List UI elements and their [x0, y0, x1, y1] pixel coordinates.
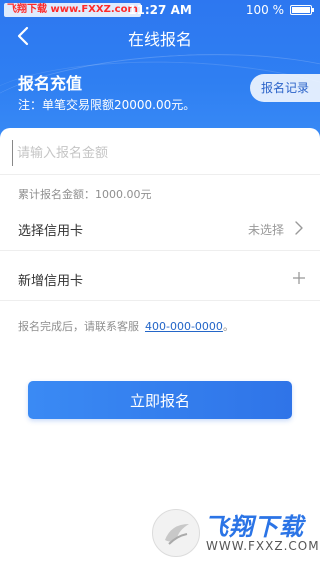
submit-registration-button[interactable]: 立即报名 [28, 381, 292, 419]
watermark-logo: 飞翔下载 WWW.FXXZ.COM [152, 507, 319, 559]
section-title: 报名充值 [18, 74, 83, 93]
plus-icon [293, 272, 305, 284]
divider [0, 250, 320, 251]
logo-icon [152, 509, 200, 557]
page-title: 在线报名 [127, 30, 192, 49]
form-card: 累计报名金额：1000.00元 选择信用卡 未选择 新增信用卡 报名完成后，请联… [0, 128, 320, 569]
divider [0, 174, 320, 175]
logo-url: WWW.FXXZ.COM [206, 539, 320, 553]
service-phone-link[interactable]: 400-000-0000 [145, 320, 223, 333]
select-credit-card-row[interactable]: 选择信用卡 未选择 [0, 209, 320, 249]
total-amount: 累计报名金额：1000.00元 [18, 188, 152, 201]
status-bar: 飞翔下载 www.FXXZ.com 11:27 AM 100 % [0, 0, 320, 20]
contact-hint: 报名完成后，请联系客服 400-000-0000。 [18, 318, 234, 334]
battery-percentage: 100 % [245, 3, 284, 17]
add-card-label: 新增信用卡 [18, 274, 84, 289]
hint-suffix: 。 [222, 320, 234, 333]
select-card-label: 选择信用卡 [18, 224, 84, 239]
battery-icon [290, 5, 314, 15]
chevron-right-icon [295, 221, 303, 235]
add-credit-card-row[interactable]: 新增信用卡 [0, 259, 320, 299]
records-button[interactable]: 报名记录 [250, 74, 320, 102]
hint-text: 报名完成后，请联系客服 [18, 320, 139, 333]
back-button[interactable] [8, 22, 38, 52]
chevron-left-icon [17, 26, 29, 45]
logo-name: 飞翔下载 [204, 513, 304, 541]
limit-note: 注：单笔交易限额20000.00元。 [18, 98, 196, 112]
divider [0, 300, 320, 301]
select-card-value: 未选择 [247, 223, 284, 237]
amount-input[interactable] [12, 140, 308, 166]
navigation-bar: 在线报名 [0, 20, 320, 54]
